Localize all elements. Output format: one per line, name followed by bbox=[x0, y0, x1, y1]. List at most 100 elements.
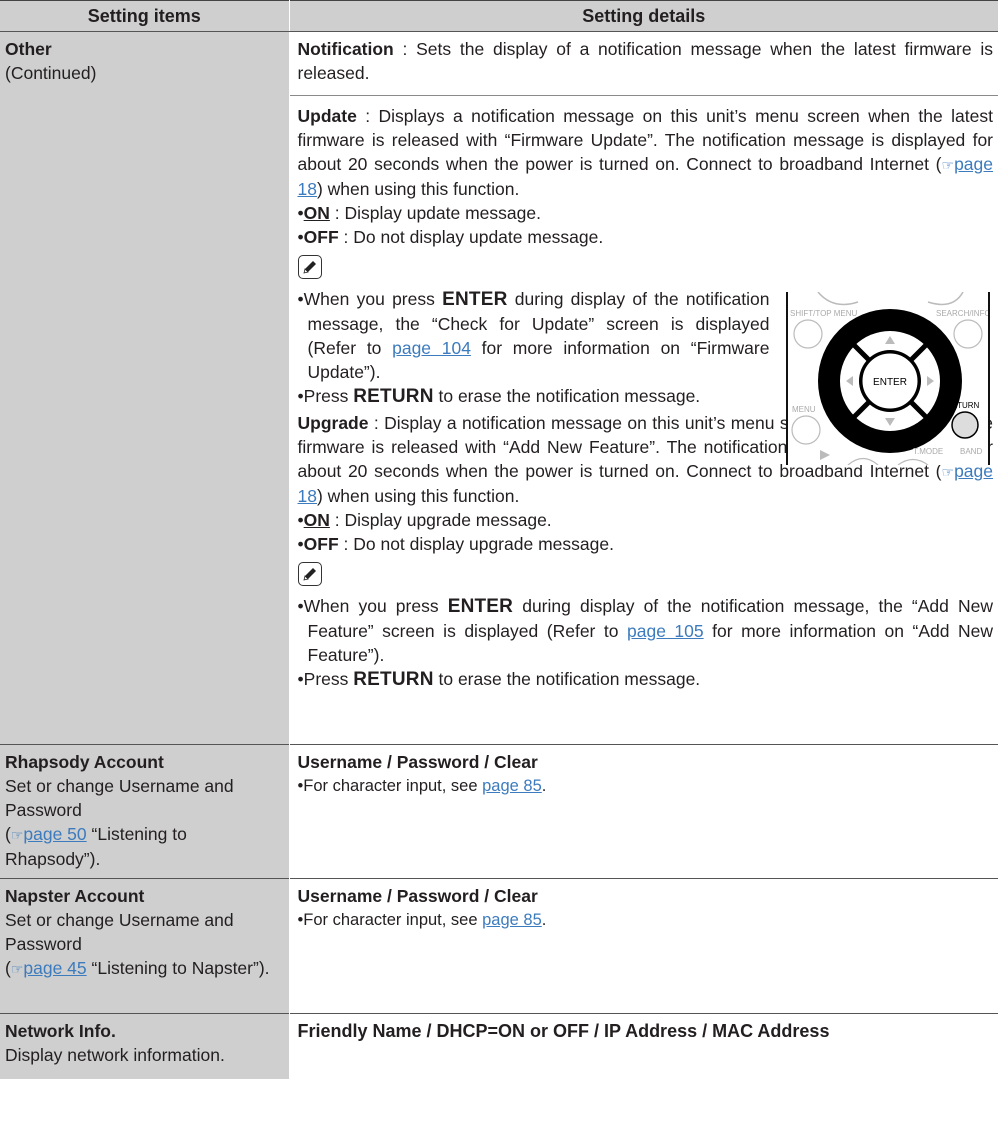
napster-title: Napster Account bbox=[5, 886, 145, 906]
menu-label: MENU bbox=[792, 405, 816, 414]
other-title: Other bbox=[5, 39, 52, 59]
napster-page-link[interactable]: page 45 bbox=[23, 958, 86, 978]
notification-term: Notification bbox=[297, 39, 394, 59]
upgrade-on-text: : Display upgrade message. bbox=[329, 510, 552, 530]
update-paragraph: Update : Displays a notification message… bbox=[298, 104, 994, 201]
rhapsody-page-link[interactable]: page 50 bbox=[23, 824, 86, 844]
table-row-napster: Napster Account Set or change Username a… bbox=[0, 878, 998, 1014]
shift-label: SHIFT/TOP MENU bbox=[790, 309, 857, 318]
upgrade-note-2: •Press RETURN to erase the notification … bbox=[297, 669, 701, 690]
rhapsody-title: Rhapsody Account bbox=[5, 752, 164, 772]
upgrade-term: Upgrade bbox=[297, 413, 369, 433]
notification-paragraph: Notification : Sets the display of a not… bbox=[298, 37, 994, 85]
note-text: When you press bbox=[303, 289, 443, 309]
note-text: to erase the notification message. bbox=[433, 669, 701, 689]
update-on-text: : Display update message. bbox=[329, 203, 541, 223]
slash: / bbox=[382, 886, 397, 906]
reference-icon: ☞ bbox=[941, 157, 955, 173]
slash: / bbox=[382, 752, 397, 772]
clear-label: Clear bbox=[494, 752, 538, 772]
note-text: to erase the notification message. bbox=[433, 386, 701, 406]
update-on-label: ON bbox=[303, 203, 330, 223]
upgrade-note-1: •When you press ENTER during display of … bbox=[297, 596, 994, 665]
update-off-label: OFF bbox=[303, 227, 339, 247]
upgrade-off-label: OFF bbox=[303, 534, 339, 554]
note-text: When you press bbox=[303, 596, 448, 616]
note-text: Press bbox=[303, 669, 354, 689]
network-details: Friendly Name / DHCP=ON or OFF / IP Addr… bbox=[289, 1013, 998, 1079]
napster-cell: Napster Account Set or change Username a… bbox=[0, 878, 290, 1014]
network-title: Network Info. bbox=[5, 1021, 116, 1041]
upgrade-on-label: ON bbox=[303, 510, 330, 530]
upgrade-text2: ) when using this function. bbox=[316, 486, 520, 506]
update-note-2: •Press RETURN to erase the notification … bbox=[297, 386, 701, 407]
username-label: Username bbox=[297, 752, 383, 772]
remote-control-image: SHIFT/TOP MENU SEARCH/INFO ENTER MENU RE… bbox=[786, 292, 990, 465]
settings-page: Setting items Setting details Other (Con… bbox=[0, 0, 998, 1147]
notification-text: : Sets the display of a notification mes… bbox=[297, 39, 994, 83]
network-detail-line: Friendly Name / DHCP=ON or OFF / IP Addr… bbox=[297, 1021, 830, 1041]
rhapsody-char-page-link[interactable]: page 85 bbox=[482, 777, 542, 795]
bullet-text: For character input, see bbox=[303, 911, 483, 929]
tmode-label: T.MODE bbox=[913, 447, 943, 456]
napster-desc-end: “Listening to Napster”). bbox=[86, 958, 270, 978]
pencil-note-icon bbox=[297, 255, 322, 279]
bullet-text: For character input, see bbox=[303, 777, 483, 795]
password-label: Password bbox=[396, 886, 480, 906]
search-label: SEARCH/INFO bbox=[936, 309, 988, 318]
napster-char-page-link[interactable]: page 85 bbox=[482, 911, 542, 929]
enter-key-label: ENTER bbox=[442, 289, 508, 310]
other-subtitle: (Continued) bbox=[5, 63, 97, 83]
napster-desc-text: Set or change Username and Password bbox=[5, 910, 234, 954]
network-desc: Display network information. bbox=[5, 1045, 225, 1065]
update-note-1: •When you press ENTER during display of … bbox=[297, 289, 770, 382]
clear-label: Clear bbox=[494, 886, 538, 906]
reference-icon: ☞ bbox=[10, 961, 24, 977]
password-label: Password bbox=[396, 752, 480, 772]
other-cell: Other (Continued) bbox=[0, 31, 290, 745]
return-label: RETURN bbox=[946, 401, 980, 410]
upgrade-note-page-link[interactable]: page 105 bbox=[627, 621, 704, 641]
update-note-page-link[interactable]: page 104 bbox=[392, 338, 471, 358]
header-setting-details: Setting details bbox=[289, 0, 998, 32]
slash: / bbox=[479, 752, 495, 772]
settings-table: Setting items Setting details Other (Con… bbox=[0, 0, 998, 1079]
slash: / bbox=[479, 886, 495, 906]
update-on-item: •ON : Display update message. bbox=[297, 203, 541, 223]
napster-desc: Set or change Username and Password (☞pag… bbox=[5, 910, 270, 978]
remote-control-drawing: SHIFT/TOP MENU SEARCH/INFO ENTER MENU RE… bbox=[790, 292, 988, 465]
rhapsody-details: Username / Password / Clear •For charact… bbox=[289, 744, 998, 879]
enter-key-label: ENTER bbox=[447, 596, 514, 617]
pencil-note-icon bbox=[297, 562, 322, 586]
rhapsody-cell: Rhapsody Account Set or change Username … bbox=[0, 744, 290, 879]
table-row-rhapsody: Rhapsody Account Set or change Username … bbox=[0, 744, 998, 879]
napster-bullet: •For character input, see page 85. bbox=[297, 911, 547, 929]
band-label: BAND bbox=[960, 447, 982, 456]
napster-details: Username / Password / Clear •For charact… bbox=[289, 878, 998, 1014]
username-label: Username bbox=[297, 886, 383, 906]
rhapsody-desc: Set or change Username and Password (☞pag… bbox=[5, 776, 234, 869]
update-off-item: •OFF : Do not display update message. bbox=[297, 227, 604, 247]
rhapsody-desc-text: Set or change Username and Password bbox=[5, 776, 234, 820]
header-setting-items: Setting items bbox=[0, 0, 290, 32]
napster-detail-line: Username / Password / Clear bbox=[298, 884, 994, 908]
enter-label: ENTER bbox=[873, 377, 907, 388]
bullet-end: . bbox=[541, 911, 547, 929]
reference-icon: ☞ bbox=[10, 827, 24, 843]
update-text2: ) when using this function. bbox=[316, 179, 520, 199]
table-row-network: Network Info. Display network informatio… bbox=[0, 1013, 998, 1079]
update-off-text: : Do not display update message. bbox=[338, 227, 604, 247]
return-key-label: RETURN bbox=[353, 386, 434, 407]
update-notes: •When you press ENTER during display of … bbox=[298, 287, 770, 409]
note-text: Press bbox=[303, 386, 354, 406]
table-header-row: Setting items Setting details bbox=[0, 0, 998, 32]
update-term: Update bbox=[297, 106, 357, 126]
rhapsody-bullet: •For character input, see page 85. bbox=[297, 777, 547, 795]
upgrade-off-item: •OFF : Do not display upgrade message. bbox=[297, 534, 614, 554]
network-cell: Network Info. Display network informatio… bbox=[0, 1013, 290, 1079]
upgrade-on-item: •ON : Display upgrade message. bbox=[297, 510, 552, 530]
update-text: : Displays a notification message on thi… bbox=[297, 106, 994, 174]
upgrade-off-text: : Do not display upgrade message. bbox=[338, 534, 614, 554]
reference-icon: ☞ bbox=[941, 464, 955, 480]
rhapsody-detail-line: Username / Password / Clear bbox=[298, 750, 994, 774]
